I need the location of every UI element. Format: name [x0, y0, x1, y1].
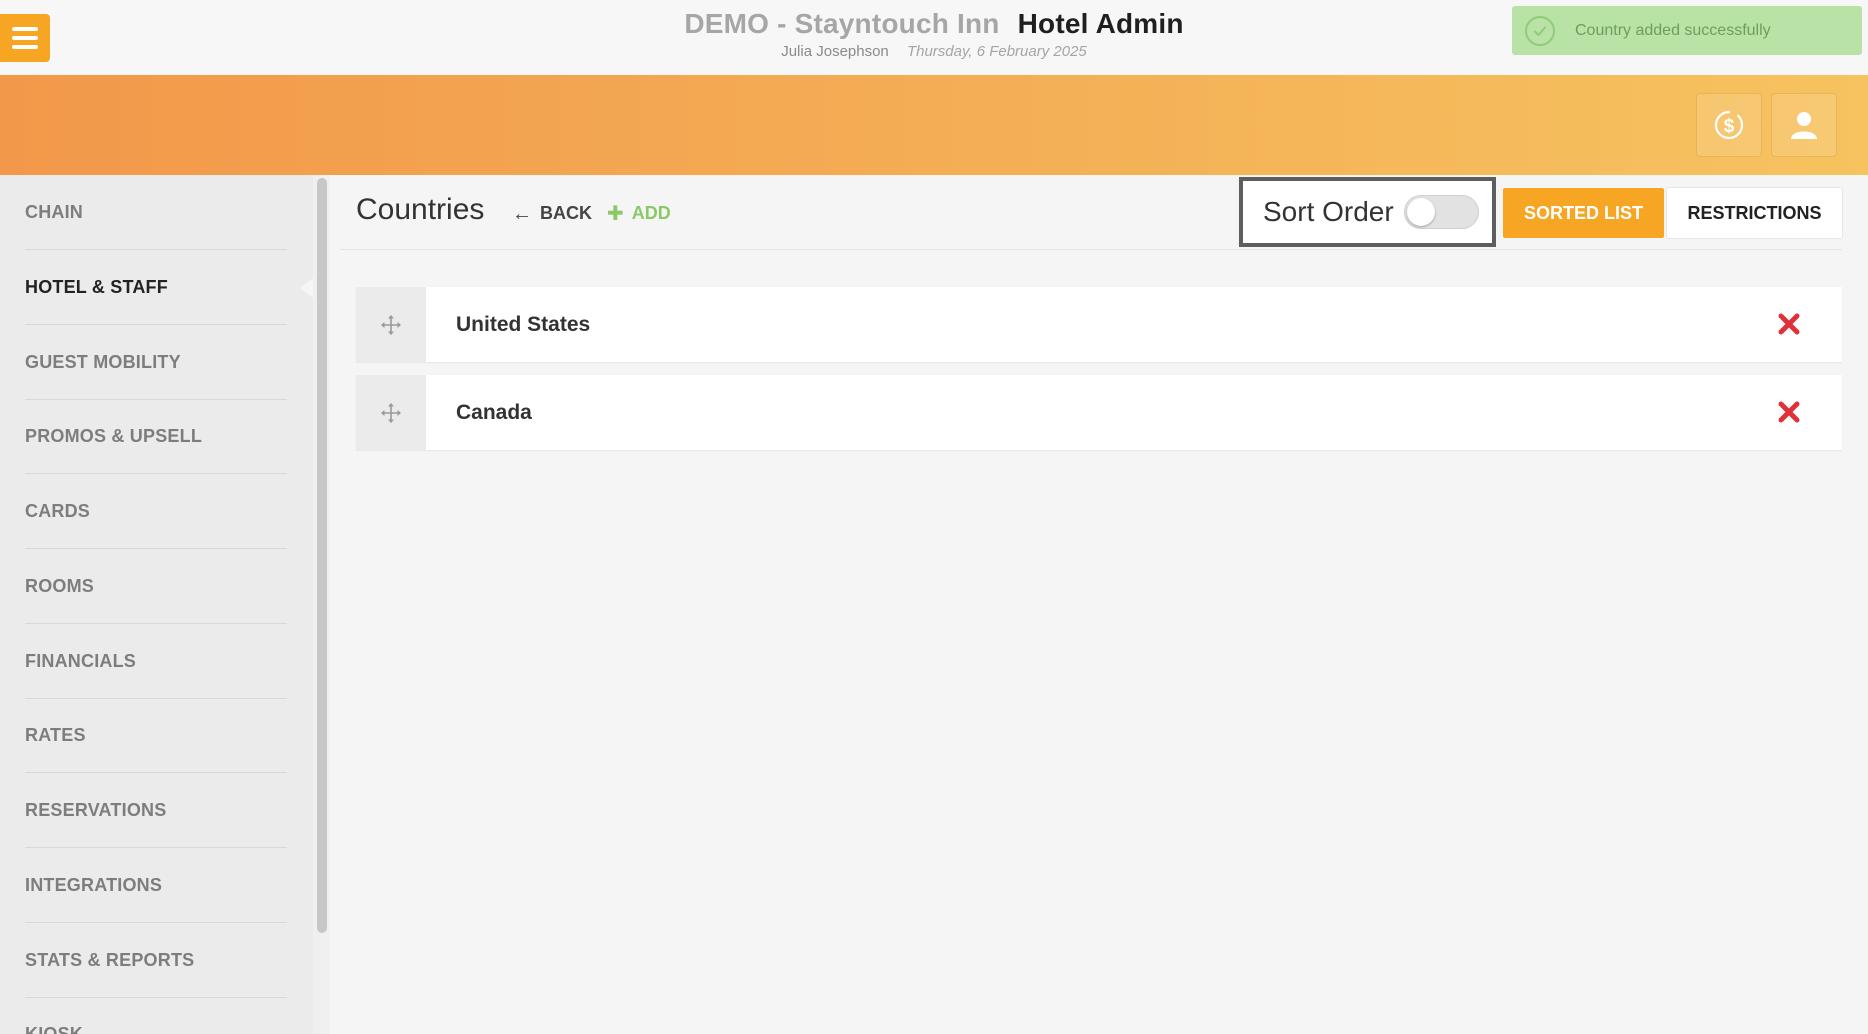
app-name: Hotel Admin [1017, 8, 1184, 39]
tab-restrictions[interactable]: RESTRICTIONS [1667, 188, 1842, 238]
sidebar-item-label: RESERVATIONS [25, 799, 167, 820]
delete-icon[interactable] [1776, 399, 1802, 425]
back-label: BACK [540, 203, 592, 223]
sidebar-item-integrations[interactable]: INTEGRATIONS [25, 848, 287, 923]
sidebar-item-label: STATS & REPORTS [25, 949, 195, 970]
sidebar-item-promos-upsell[interactable]: PROMOS & UPSELL [25, 399, 287, 474]
business-date: Thursday, 6 February 2025 [906, 43, 1087, 60]
svg-text:$: $ [1724, 116, 1735, 137]
cashier-button[interactable]: $ [1697, 94, 1761, 156]
sidebar-item-hotel-staff[interactable]: HOTEL & STAFF [25, 250, 287, 325]
sidebar-item-stats-reports[interactable]: STATS & REPORTS [25, 923, 287, 998]
page-title: Countries [356, 193, 485, 226]
sidebar-item-rooms[interactable]: ROOMS [25, 549, 287, 624]
plus-icon: ✚ [607, 202, 624, 225]
sidebar-item-rates[interactable]: RATES [25, 698, 287, 773]
user-profile-button[interactable] [1772, 94, 1836, 156]
move-arrows-icon [381, 402, 401, 423]
country-row: United States [356, 287, 1842, 362]
drag-handle[interactable] [356, 375, 426, 450]
country-name: United States [456, 312, 591, 336]
add-label: ADD [631, 203, 671, 223]
top-header: DEMO - Stayntouch Inn Hotel Admin Julia J… [0, 0, 1868, 75]
sidebar-item-label: PROMOS & UPSELL [25, 425, 203, 446]
delete-icon[interactable] [1776, 311, 1802, 337]
user-name: Julia Josephson [781, 43, 889, 60]
back-button[interactable]: ← BACK [512, 203, 592, 224]
hotel-name: DEMO - Stayntouch Inn [684, 8, 1000, 39]
move-arrows-icon [381, 314, 401, 335]
sidebar-scrollbar-thumb[interactable] [317, 178, 327, 933]
sidebar-item-label: HOTEL & STAFF [25, 276, 168, 297]
user-icon [1791, 112, 1817, 139]
drag-handle[interactable] [356, 287, 426, 362]
country-row: Canada [356, 375, 1842, 450]
dollar-circle-icon: $ [1714, 110, 1744, 140]
sidebar-item-financials[interactable]: FINANCIALS [25, 624, 287, 699]
sidebar-item-label: FINANCIALS [25, 650, 136, 671]
sidebar-item-chain[interactable]: CHAIN [25, 175, 287, 250]
sidebar-item-cards[interactable]: CARDS [25, 474, 287, 549]
toast-message: Country added successfully [1575, 21, 1771, 39]
title-divider [340, 249, 1842, 250]
sidebar-item-label: INTEGRATIONS [25, 874, 163, 895]
success-toast: Country added successfully [1512, 6, 1862, 55]
country-name: Canada [456, 400, 532, 424]
sort-order-control: Sort Order [1239, 177, 1496, 247]
check-circle-icon [1525, 15, 1555, 46]
tab-sorted-list[interactable]: SORTED LIST [1503, 188, 1664, 238]
active-item-indicator [300, 278, 313, 298]
sidebar-item-label: KIOSK [25, 1023, 84, 1034]
sidebar-item-label: CHAIN [25, 201, 83, 222]
arrow-left-icon: ← [512, 202, 532, 225]
sidebar-item-kiosk[interactable]: KIOSK [25, 997, 287, 1034]
sidebar-item-label: ROOMS [25, 575, 95, 596]
sort-order-toggle[interactable] [1403, 195, 1479, 229]
sidebar-item-label: GUEST MOBILITY [25, 351, 181, 372]
sidebar: CHAIN HOTEL & STAFF GUEST MOBILITY PROMO… [0, 175, 313, 1034]
sidebar-item-guest-mobility[interactable]: GUEST MOBILITY [25, 325, 287, 400]
toggle-knob [1406, 198, 1435, 226]
add-country-button[interactable]: ✚ ADD [607, 203, 671, 224]
sort-order-label: Sort Order [1263, 196, 1394, 227]
sidebar-item-label: RATES [25, 724, 86, 745]
sidebar-item-reservations[interactable]: RESERVATIONS [25, 773, 287, 848]
header-band: $ [0, 75, 1868, 175]
sidebar-item-label: CARDS [25, 500, 91, 521]
